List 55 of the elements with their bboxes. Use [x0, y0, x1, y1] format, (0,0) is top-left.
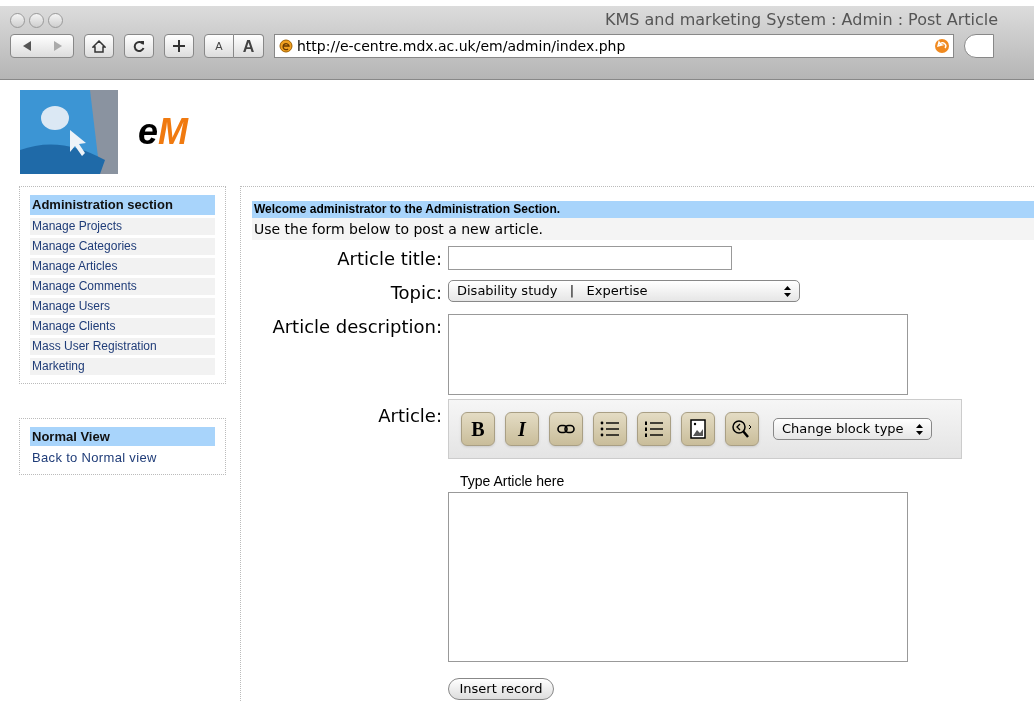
home-button[interactable]: [84, 34, 114, 58]
add-bookmark-button[interactable]: [164, 34, 194, 58]
home-icon: [92, 39, 106, 53]
select-arrows-icon: [784, 285, 791, 297]
address-field[interactable]: http://e-centre.mdx.ac.uk/em/admin/index.php: [274, 34, 954, 58]
sidebar-link[interactable]: Marketing: [30, 357, 215, 375]
field-label: Topic:: [389, 281, 442, 305]
link-button[interactable]: [549, 412, 583, 446]
field-label: Article description:: [271, 315, 442, 339]
image-icon: [690, 419, 706, 439]
numbered-list-icon: [644, 421, 664, 437]
back-icon: [22, 41, 31, 51]
sidebar-heading: Normal View: [30, 426, 215, 446]
italic-button[interactable]: I: [505, 412, 539, 446]
bullet-list-button[interactable]: [593, 412, 627, 446]
numbered-list-button[interactable]: [637, 412, 671, 446]
block-type-select[interactable]: Change block type: [773, 418, 932, 440]
sidebar-link[interactable]: Manage Comments: [30, 277, 215, 295]
snapback-icon: [935, 39, 949, 53]
find-button[interactable]: [725, 412, 759, 446]
smaller-text-button[interactable]: A: [204, 34, 234, 58]
reload-icon: [133, 40, 145, 52]
intro-text: Use the form below to post a new article.: [252, 218, 1034, 240]
search-field[interactable]: [964, 34, 994, 58]
bullet-list-icon: [600, 421, 620, 437]
topic-select[interactable]: Disability study | Expertise: [448, 280, 800, 302]
insert-record-button[interactable]: Insert record: [448, 678, 554, 700]
window-title: KMS and marketing System : Admin : Post Article: [605, 9, 998, 31]
bold-button[interactable]: B: [461, 412, 495, 446]
logo-text: eM: [138, 114, 189, 150]
back-forward-buttons[interactable]: [10, 34, 74, 58]
sidebar-link[interactable]: Manage Clients: [30, 317, 215, 335]
chain-link-icon: [557, 424, 575, 434]
plus-icon: [173, 40, 185, 52]
article-description-field[interactable]: [448, 314, 908, 395]
article-title-field[interactable]: [448, 246, 732, 270]
sidebar-link[interactable]: Manage Users: [30, 297, 215, 315]
site-icon: [279, 39, 293, 53]
sidebar-link[interactable]: Manage Categories: [30, 237, 215, 255]
sidebar-link[interactable]: Manage Articles: [30, 257, 215, 275]
image-button[interactable]: [681, 412, 715, 446]
sidebar-link[interactable]: Mass User Registration: [30, 337, 215, 355]
bigger-text-button[interactable]: A: [234, 34, 264, 58]
field-label: Article:: [377, 404, 442, 428]
sidebar-link[interactable]: Back to Normal view: [30, 449, 215, 466]
sidebar-link[interactable]: Manage Projects: [30, 217, 215, 235]
select-arrows-icon: [915, 423, 923, 435]
editor-caption: Type Article here: [460, 472, 566, 491]
article-body-field[interactable]: [448, 492, 908, 662]
magnifier-icon: [731, 419, 753, 439]
welcome-banner: Welcome administrator to the Administration Section.: [252, 201, 1034, 218]
forward-icon: [53, 41, 62, 51]
sidebar-heading: Administration section: [30, 195, 215, 215]
field-label: Article title:: [336, 247, 442, 271]
reload-button[interactable]: [124, 34, 154, 58]
